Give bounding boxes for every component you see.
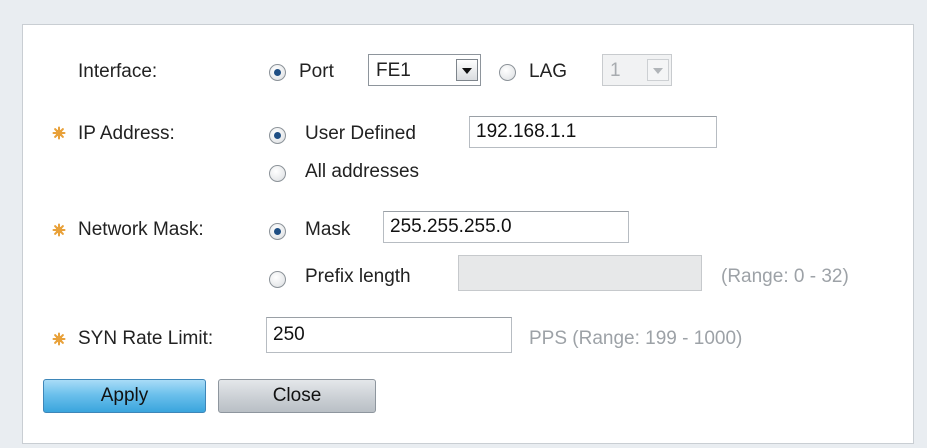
- mask-label: Mask: [305, 219, 351, 240]
- lag-label: LAG: [529, 61, 568, 82]
- all-addresses-radio[interactable]: [269, 165, 286, 182]
- apply-button[interactable]: Apply: [43, 379, 206, 413]
- required-star-icon: [52, 223, 66, 237]
- chevron-down-icon[interactable]: [456, 59, 478, 81]
- lag-select[interactable]: 1: [602, 54, 672, 86]
- mask-radio[interactable]: [269, 223, 286, 240]
- port-select-value: FE1: [376, 60, 411, 81]
- prefix-length-label: Prefix length: [305, 266, 411, 287]
- lag-select-value: 1: [610, 60, 621, 81]
- port-select[interactable]: FE1: [368, 54, 481, 86]
- syn-range-hint: PPS (Range: 199 - 1000): [529, 328, 743, 349]
- syn-rate-limit-input[interactable]: [266, 317, 512, 353]
- interface-label: Interface:: [78, 61, 158, 82]
- ip-address-input[interactable]: [469, 116, 717, 148]
- chevron-down-icon[interactable]: [647, 59, 669, 81]
- port-radio[interactable]: [269, 64, 286, 81]
- mask-input[interactable]: [383, 211, 629, 243]
- required-star-icon: [52, 332, 66, 346]
- all-addresses-label: All addresses: [305, 161, 420, 182]
- close-button[interactable]: Close: [218, 379, 376, 413]
- prefix-range-hint: (Range: 0 - 32): [721, 266, 849, 287]
- user-defined-label: User Defined: [305, 123, 416, 144]
- prefix-length-input[interactable]: [458, 255, 702, 291]
- user-defined-radio[interactable]: [269, 127, 286, 144]
- syn-rate-limit-label: SYN Rate Limit:: [78, 328, 214, 349]
- required-star-icon: [52, 126, 66, 140]
- form-panel: Interface: Port FE1 LAG 1 IP Address: Us…: [22, 24, 914, 444]
- prefix-length-radio[interactable]: [269, 271, 286, 288]
- lag-radio[interactable]: [499, 64, 516, 81]
- network-mask-label: Network Mask:: [78, 219, 204, 240]
- port-label: Port: [299, 61, 334, 82]
- ip-address-label: IP Address:: [78, 123, 175, 144]
